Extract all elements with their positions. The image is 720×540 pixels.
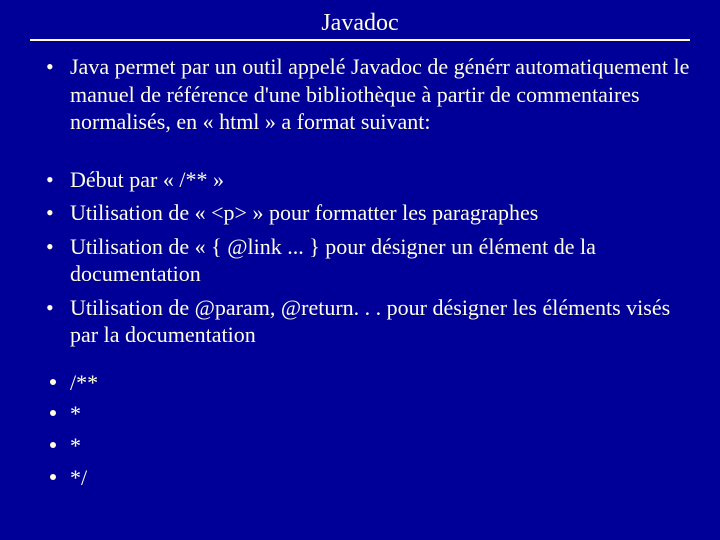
spacer	[20, 142, 700, 166]
bullet-group-code: /** * * */	[20, 367, 700, 495]
title-underline	[30, 39, 690, 41]
slide-title: Javadoc	[321, 8, 398, 39]
code-line: *	[46, 398, 690, 430]
bullet-group-usage: Début par « /** » Utilisation de « <p> »…	[20, 166, 700, 349]
bullet-item: Utilisation de « { @link ... } pour dési…	[46, 233, 690, 288]
bullet-item: Utilisation de « <p> » pour formatter le…	[46, 199, 690, 227]
title-wrap: Javadoc	[20, 8, 700, 39]
code-line: */	[46, 462, 690, 494]
code-line: /**	[46, 367, 690, 399]
bullet-group-intro: Java permet par un outil appelé Javadoc …	[20, 53, 700, 136]
code-line: *	[46, 430, 690, 462]
bullet-item: Java permet par un outil appelé Javadoc …	[46, 53, 690, 136]
bullet-item: Utilisation de @param, @return. . . pour…	[46, 294, 690, 349]
slide: Javadoc Java permet par un outil appelé …	[0, 0, 720, 540]
bullet-item: Début par « /** »	[46, 166, 690, 194]
